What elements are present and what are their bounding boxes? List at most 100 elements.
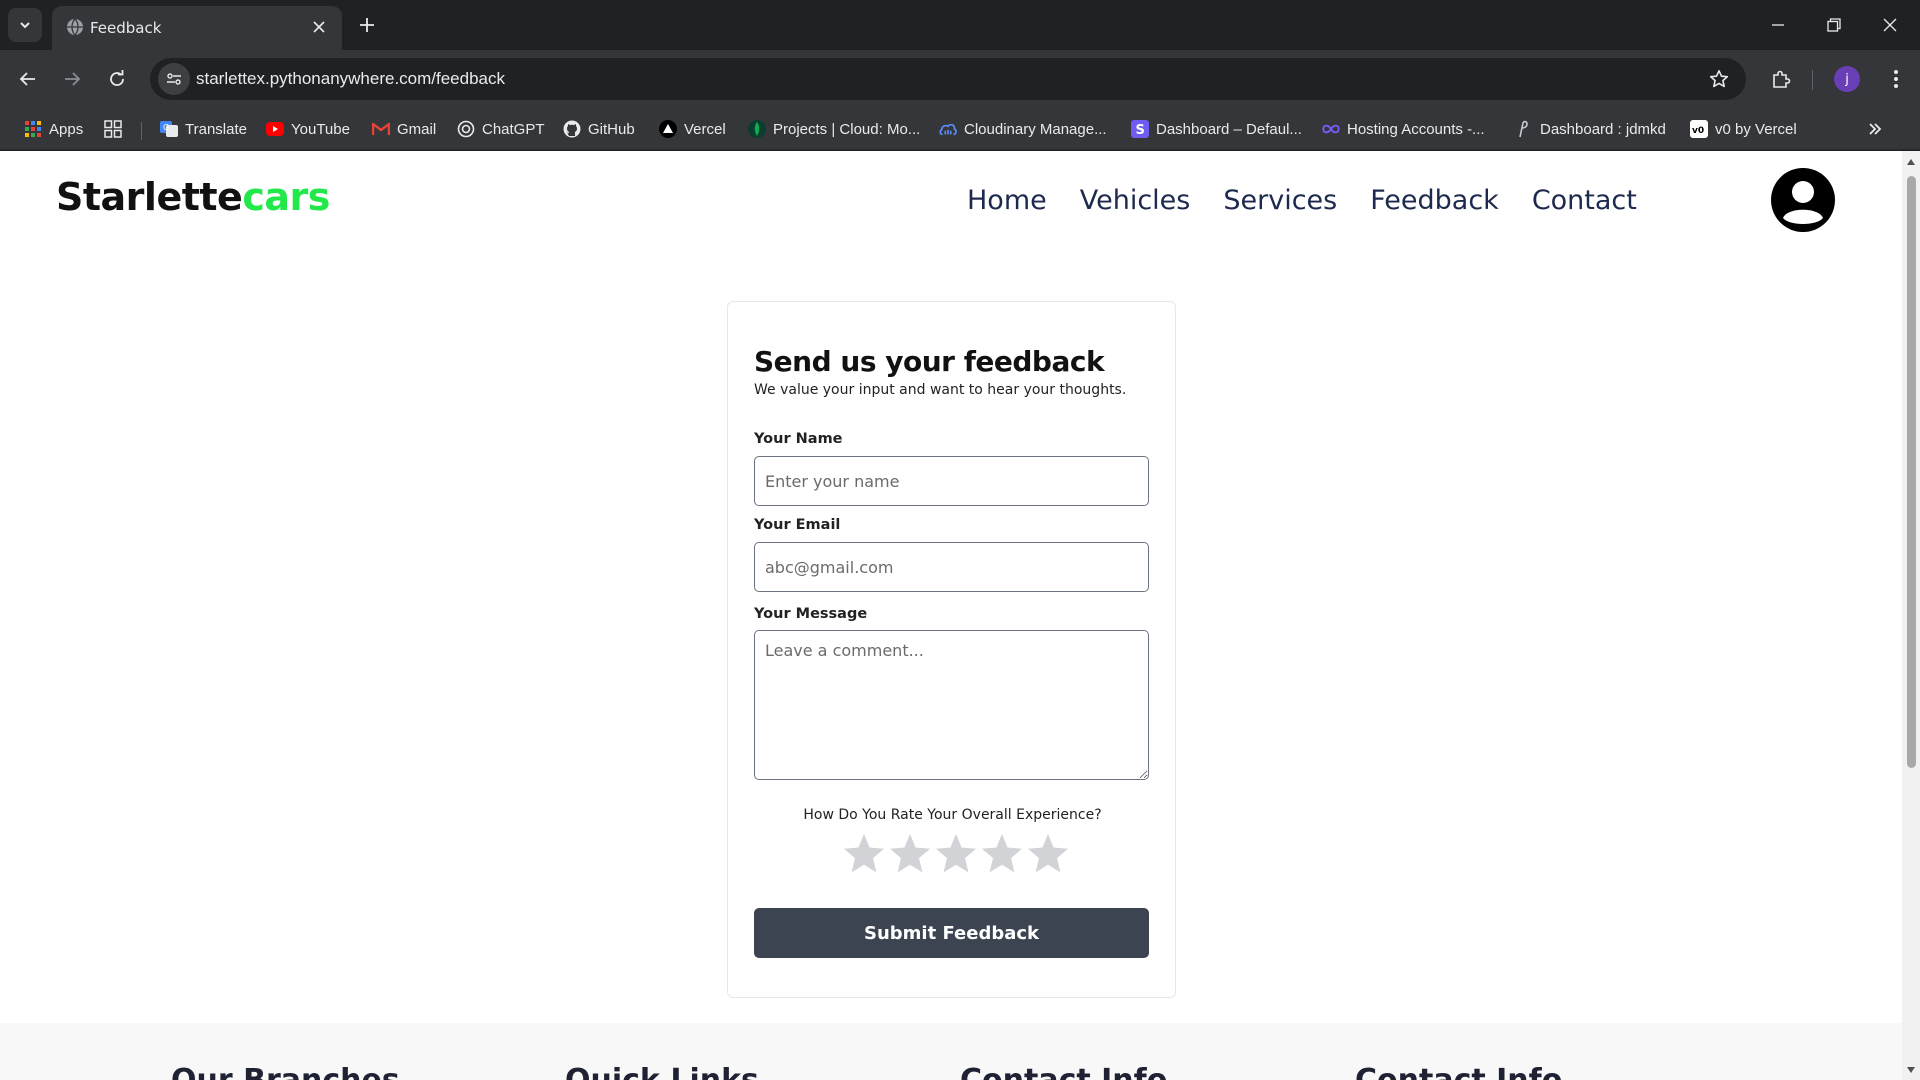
email-label: Your Email <box>754 517 841 533</box>
stackbit-icon: S <box>1131 120 1149 138</box>
scroll-down-arrow-icon[interactable] <box>1906 1065 1916 1075</box>
star-2-icon[interactable] <box>888 832 932 876</box>
reload-icon <box>110 70 124 86</box>
star-outline-icon <box>1709 70 1729 88</box>
restore-button[interactable] <box>1806 0 1862 50</box>
bookmark-label: Hosting Accounts -... <box>1347 120 1485 138</box>
bookmark-label: Apps <box>49 120 84 138</box>
infinity-icon <box>1322 120 1340 138</box>
page-viewport: Starlettecars Home Vehicles Services Fee… <box>0 151 1902 1080</box>
vercel-icon <box>659 120 677 138</box>
bookmark-mongodb[interactable]: Projects | Cloud: Mo... <box>748 117 920 141</box>
extensions-button[interactable] <box>1765 63 1797 95</box>
tab-feedback[interactable]: Feedback <box>52 6 342 50</box>
close-icon <box>1883 18 1897 32</box>
pythonanywhere-icon <box>1515 120 1533 138</box>
mongodb-icon <box>748 120 766 138</box>
footer-heading-quick-links: Quick Links <box>565 1063 759 1080</box>
new-tab-button[interactable] <box>352 10 382 40</box>
address-bar[interactable]: starlettex.pythonanywhere.com/feedback <box>150 58 1746 100</box>
double-chevron-right-icon <box>1869 123 1882 135</box>
cloudinary-icon <box>939 120 957 138</box>
bookmark-label: Cloudinary Manage... <box>964 120 1107 138</box>
star-3-icon[interactable] <box>934 832 978 876</box>
bookmark-apps[interactable]: Apps <box>24 117 83 141</box>
reload-button[interactable] <box>101 63 133 95</box>
apps-grid-icon <box>24 120 42 138</box>
star-rating <box>842 832 1070 876</box>
rating-question: How Do You Rate Your Overall Experience? <box>803 807 1102 823</box>
translate-icon: G <box>160 120 178 138</box>
arrow-left-icon <box>19 72 35 86</box>
more-bookmarks-button[interactable] <box>1862 116 1888 142</box>
v0-icon: v0 <box>1690 120 1708 138</box>
page-scrollbar[interactable] <box>1902 151 1920 1080</box>
bookmark-github[interactable]: GitHub <box>563 117 635 141</box>
bookmark-tab-groups[interactable] <box>104 117 122 141</box>
scrollbar-thumb[interactable] <box>1907 176 1916 768</box>
profile-avatar[interactable]: j <box>1834 66 1860 92</box>
bookmark-dashboard-default[interactable]: S Dashboard – Defaul... <box>1131 117 1302 141</box>
back-button[interactable] <box>12 63 44 95</box>
svg-text:G: G <box>163 123 169 132</box>
url-text[interactable]: starlettex.pythonanywhere.com/feedback <box>196 69 505 89</box>
close-window-button[interactable] <box>1862 0 1918 50</box>
bookmarks-divider <box>141 122 142 140</box>
bookmark-label: YouTube <box>291 120 350 138</box>
nav-services[interactable]: Services <box>1223 185 1337 216</box>
star-1-icon[interactable] <box>842 832 886 876</box>
name-label: Your Name <box>754 431 843 447</box>
restore-icon <box>1827 18 1841 32</box>
site-logo[interactable]: Starlettecars <box>56 175 330 219</box>
submit-feedback-button[interactable]: Submit Feedback <box>754 908 1149 958</box>
svg-text:v0: v0 <box>1692 126 1704 136</box>
forward-button[interactable] <box>56 63 88 95</box>
message-label: Your Message <box>754 606 868 622</box>
message-textarea[interactable] <box>754 630 1149 780</box>
nav-contact[interactable]: Contact <box>1532 185 1637 216</box>
nav-home[interactable]: Home <box>967 185 1047 216</box>
toolbar-divider <box>1812 70 1813 90</box>
star-4-icon[interactable] <box>980 832 1024 876</box>
bookmark-label: GitHub <box>588 120 635 138</box>
tab-search-button[interactable] <box>8 8 42 42</box>
tab-close-button[interactable] <box>308 16 330 38</box>
bookmark-label: Gmail <box>397 120 437 138</box>
gmail-icon <box>372 120 390 138</box>
nav-feedback[interactable]: Feedback <box>1370 185 1499 216</box>
globe-icon <box>67 18 83 36</box>
tune-icon <box>167 73 181 85</box>
name-input[interactable] <box>754 456 1149 506</box>
star-5-icon[interactable] <box>1026 832 1070 876</box>
plus-icon <box>360 18 374 32</box>
minimize-button[interactable] <box>1750 0 1806 50</box>
bookmark-label: Dashboard : jdmkd <box>1540 120 1666 138</box>
footer-heading-contact-info: Contact Info <box>960 1063 1167 1080</box>
bookmark-youtube[interactable]: YouTube <box>266 117 350 141</box>
email-input[interactable] <box>754 542 1149 592</box>
site-info-button[interactable] <box>158 63 190 95</box>
browser-menu-button[interactable] <box>1880 63 1912 95</box>
user-account-icon[interactable] <box>1771 168 1835 232</box>
bookmark-translate[interactable]: G Translate <box>160 117 247 141</box>
logo-text: Starlette <box>56 175 243 219</box>
bookmark-v0[interactable]: v0 v0 by Vercel <box>1690 117 1797 141</box>
bookmark-label: Vercel <box>684 120 726 138</box>
minimize-icon <box>1772 24 1784 26</box>
nav-vehicles[interactable]: Vehicles <box>1080 185 1191 216</box>
scroll-up-arrow-icon[interactable] <box>1906 157 1916 167</box>
tab-groups-icon <box>104 120 122 138</box>
bookmark-hosting-accounts[interactable]: Hosting Accounts -... <box>1322 117 1485 141</box>
bookmark-star-button[interactable] <box>1704 64 1734 94</box>
svg-text:S: S <box>1136 123 1145 138</box>
bookmark-gmail[interactable]: Gmail <box>372 117 436 141</box>
bookmark-label: Translate <box>185 120 247 138</box>
site-header: Starlettecars Home Vehicles Services Fee… <box>0 151 1902 251</box>
bookmark-dashboard-jdmkd[interactable]: Dashboard : jdmkd <box>1515 117 1666 141</box>
puzzle-icon <box>1773 70 1791 88</box>
bookmarks-bar: Apps G Translate YouTube Gmail ChatGPT G… <box>0 108 1920 150</box>
bookmark-label: ChatGPT <box>482 120 545 138</box>
bookmark-vercel[interactable]: Vercel <box>659 117 726 141</box>
bookmark-chatgpt[interactable]: ChatGPT <box>457 117 545 141</box>
bookmark-cloudinary[interactable]: Cloudinary Manage... <box>939 117 1107 141</box>
